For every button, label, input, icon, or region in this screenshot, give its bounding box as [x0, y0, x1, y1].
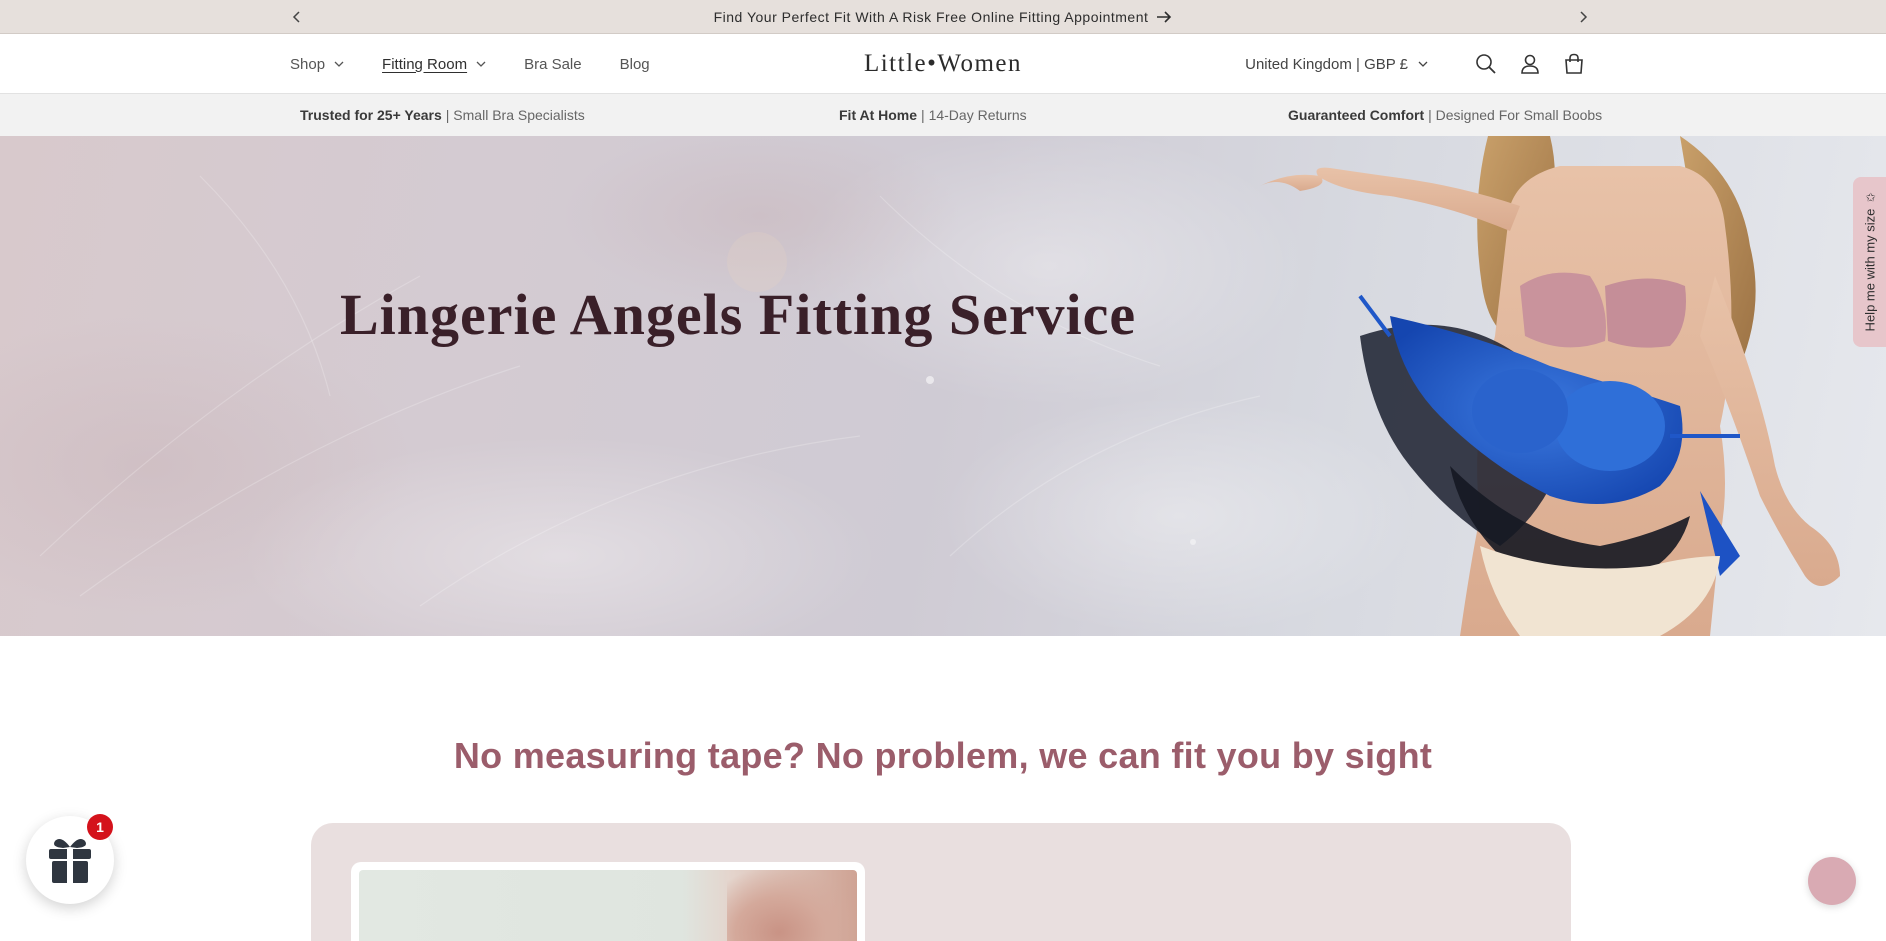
announcement-text[interactable]: Find Your Perfect Fit With A Risk Free O… [714, 9, 1149, 25]
card-image [359, 870, 857, 941]
nav-item-fitting-room[interactable]: Fitting Room [382, 56, 486, 73]
chevron-down-icon [476, 61, 486, 67]
trust-item-bold: Fit At Home [839, 107, 918, 123]
locale-selector[interactable]: United Kingdom | GBP £ [1245, 56, 1428, 73]
account-icon [1521, 54, 1539, 74]
nav-item-blog[interactable]: Blog [620, 56, 650, 73]
chat-bubble-button[interactable] [1808, 857, 1856, 905]
trust-item: Fit At Home | 14-Day Returns [839, 94, 1027, 136]
announcement-bar: Find Your Perfect Fit With A Risk Free O… [0, 0, 1886, 34]
nav-label[interactable]: Bra Sale [524, 56, 582, 73]
chevron-down-icon [334, 61, 344, 67]
announcement-link[interactable]: Find Your Perfect Fit With A Risk Free O… [0, 0, 1886, 34]
trust-item-text: | Designed For Small Boobs [1428, 107, 1603, 123]
search-button[interactable] [1474, 52, 1498, 76]
account-button[interactable] [1518, 52, 1542, 76]
nav-label[interactable]: Shop [290, 56, 325, 73]
cart-button[interactable] [1562, 52, 1586, 76]
nav-label[interactable]: Fitting Room [382, 56, 467, 73]
cart-icon [1565, 53, 1583, 74]
nav-item-bra-sale[interactable]: Bra Sale [524, 56, 582, 73]
trust-bar: Trusted for 25+ Years | Small Bra Specia… [0, 94, 1886, 136]
size-help-tab[interactable]: Help me with my size ✩ [1853, 177, 1886, 347]
trust-item-text: | 14-Day Returns [921, 107, 1027, 123]
section-heading: No measuring tape? No problem, we can fi… [453, 735, 1433, 776]
trust-item: Guaranteed Comfort | Designed For Small … [1288, 94, 1602, 136]
trust-item-bold: Trusted for 25+ Years [300, 107, 442, 123]
chevron-down-icon [1418, 61, 1428, 67]
site-logo[interactable]: Little•Women [864, 50, 1022, 78]
hero-model-image [1260, 136, 1840, 636]
nav-item-shop[interactable]: Shop [290, 56, 344, 73]
site-header: Shop Fitting Room Bra Sale Blog Little•W… [0, 34, 1886, 94]
trust-item-bold: Guaranteed Comfort [1288, 107, 1425, 123]
hero-title: Lingerie Angels Fitting Service [340, 282, 1137, 347]
search-icon [1476, 54, 1496, 74]
hero-banner: Lingerie Angels Fitting Service [0, 136, 1886, 636]
size-help-content[interactable]: Help me with my size ✩ [1862, 190, 1877, 332]
size-help-label[interactable]: Help me with my size [1862, 209, 1877, 332]
locale-label[interactable]: United Kingdom | GBP £ [1245, 56, 1408, 73]
logo-container: Little•Women [0, 34, 1886, 94]
main-nav: Shop Fitting Room Bra Sale Blog [290, 34, 688, 94]
nav-label[interactable]: Blog [620, 56, 650, 73]
arrow-right-icon [1157, 11, 1172, 23]
chevron-right-icon [1580, 11, 1588, 23]
card-image-frame [351, 862, 865, 941]
gift-notification-badge: 1 [87, 814, 113, 840]
header-actions: United Kingdom | GBP £ [1245, 34, 1586, 94]
announcement-next-button[interactable] [1570, 4, 1596, 30]
trust-item: Trusted for 25+ Years | Small Bra Specia… [300, 94, 585, 136]
trust-item-text: | Small Bra Specialists [445, 107, 585, 123]
gift-icon [49, 839, 91, 883]
fitting-card [311, 823, 1571, 941]
star-icon: ✩ [1864, 190, 1875, 205]
